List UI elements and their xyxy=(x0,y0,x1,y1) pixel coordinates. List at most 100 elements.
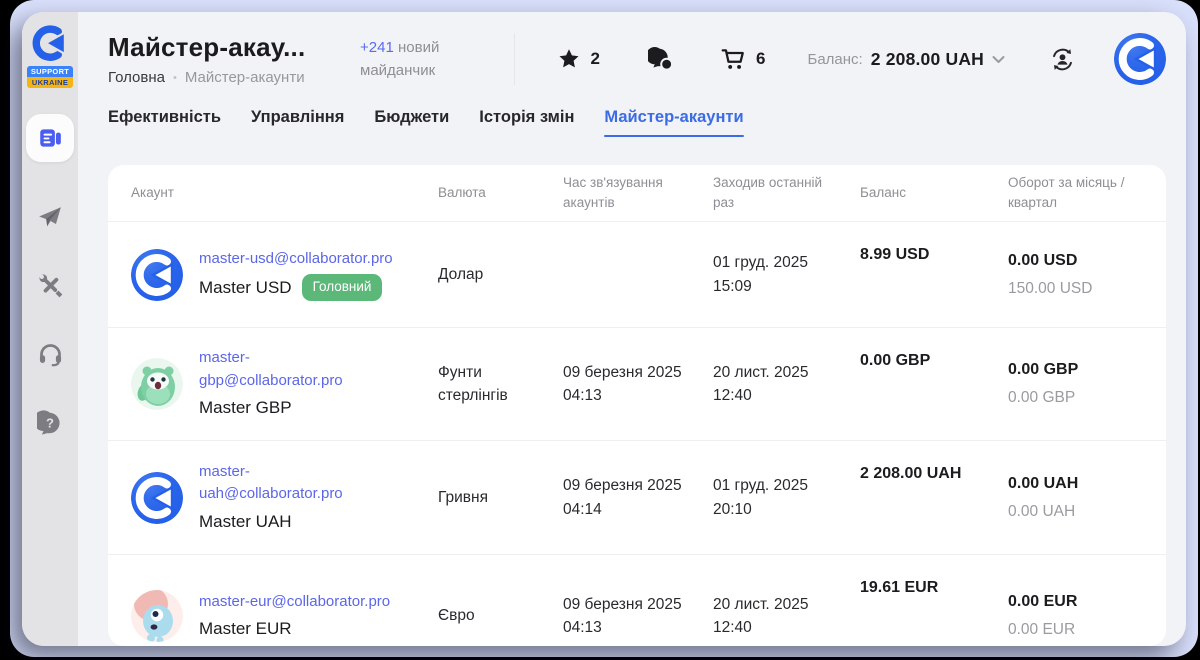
account-text: master-usd@collaborator.pro Master USD Г… xyxy=(199,248,393,301)
last-visit-cell: 01 груд. 202520:10 xyxy=(713,474,860,521)
last-visit-cell: 20 лист. 202512:40 xyxy=(713,593,860,640)
turnover-cell: 0.00 UAH 0.00 UAH xyxy=(1008,472,1143,523)
table-row[interactable]: master-gbp@collaborator.pro Master GBP Ф… xyxy=(108,328,1166,441)
send-icon xyxy=(37,204,63,230)
account-text: master-eur@collaborator.pro Master EUR xyxy=(199,591,390,642)
accounts-table-card: Акаунт Валюта Час зв'язування акаунтів З… xyxy=(108,165,1166,646)
headset-icon xyxy=(37,341,64,368)
breadcrumb-home-link[interactable]: Головна xyxy=(108,69,165,86)
title-block: Майстер-акау... Головна • Майстер-акаунт… xyxy=(108,32,360,86)
turnover-cell: 0.00 GBP 0.00 GBP xyxy=(1008,358,1143,409)
sidebar-item-tools[interactable] xyxy=(37,272,64,299)
tab-history[interactable]: Історія змін xyxy=(479,108,574,137)
account-name: Master EUR xyxy=(199,616,292,642)
app-window: SUPPORT UKRAINE xyxy=(22,12,1186,646)
sidebar-item-help[interactable]: ? xyxy=(37,410,63,436)
turnover-cell: 0.00 EUR 0.00 EUR xyxy=(1008,590,1143,641)
account-cell: master-gbp@collaborator.pro Master GBP xyxy=(131,347,438,421)
favorites-count: 2 xyxy=(591,49,600,69)
header-divider xyxy=(514,33,515,85)
balance-dropdown[interactable]: Баланс: 2 208.00 UAH xyxy=(807,49,1005,70)
account-name: Master GBP xyxy=(199,395,292,421)
account-cell: master-eur@collaborator.pro Master EUR xyxy=(131,590,438,642)
col-currency: Валюта xyxy=(438,183,563,203)
table-row[interactable]: master-uah@collaborator.pro Master UAH Г… xyxy=(108,441,1166,555)
col-last-visit: Заходив останній раз xyxy=(713,173,860,212)
col-balance: Баланс xyxy=(860,183,1008,203)
new-platforms-link[interactable]: +241 новий майданчик xyxy=(360,36,492,83)
table-row[interactable]: master-usd@collaborator.pro Master USD Г… xyxy=(108,222,1166,328)
col-linked-time: Час зв'язування акаунтів xyxy=(563,173,713,212)
last-visit-cell: 01 груд. 202515:09 xyxy=(713,251,860,298)
account-avatar-collaborator-logo xyxy=(131,249,183,301)
sidebar-item-support[interactable] xyxy=(37,341,64,368)
account-avatar-blue-monster xyxy=(131,590,183,642)
switch-account-icon xyxy=(1049,46,1076,73)
breadcrumb-separator: • xyxy=(173,72,177,84)
favorites-button[interactable]: 2 xyxy=(557,47,600,71)
switch-account-button[interactable] xyxy=(1049,46,1076,73)
support-ukraine-badge: SUPPORT UKRAINE xyxy=(27,66,73,88)
balance-cell: 0.00 GBP xyxy=(860,328,1008,373)
cart-icon xyxy=(720,46,746,72)
sidebar: SUPPORT UKRAINE xyxy=(22,12,78,646)
account-email-link[interactable]: master-gbp@collaborator.pro xyxy=(199,347,343,392)
breadcrumb: Головна • Майстер-акаунти xyxy=(108,69,360,86)
linked-time-cell: 09 березня 202504:14 xyxy=(563,474,713,521)
account-email-link[interactable]: master-usd@collaborator.pro xyxy=(199,248,393,271)
main-account-badge: Головний xyxy=(302,274,383,301)
col-turnover: Оборот за місяць / квартал xyxy=(1008,173,1143,212)
account-email-link[interactable]: master-uah@collaborator.pro xyxy=(199,461,343,506)
account-avatar-collaborator-logo xyxy=(131,472,183,524)
currency-cell: Долар xyxy=(438,263,563,286)
account-cell: master-uah@collaborator.pro Master UAH xyxy=(131,461,438,535)
svg-text:?: ? xyxy=(46,416,54,431)
app-logo[interactable]: SUPPORT UKRAINE xyxy=(27,25,73,88)
linked-time-cell: 09 березня 202504:13 xyxy=(563,361,713,408)
currency-cell: Гривня xyxy=(438,486,563,509)
ukraine-label: UKRAINE xyxy=(27,77,73,88)
currency-cell: Фунти стерлінгів xyxy=(438,361,563,408)
new-platforms-count: +241 xyxy=(360,39,394,56)
account-name: Master UAH xyxy=(199,509,292,535)
page-header: Майстер-акау... Головна • Майстер-акаунт… xyxy=(108,12,1166,86)
tools-icon xyxy=(37,272,64,299)
collaborator-logo-icon xyxy=(28,25,72,63)
linked-time-cell: 09 березня 202504:13 xyxy=(563,593,713,640)
table-header-row: Акаунт Валюта Час зв'язування акаунтів З… xyxy=(108,165,1166,222)
cart-count: 6 xyxy=(756,49,765,69)
balance-cell: 19.61 EUR xyxy=(860,555,1008,600)
chat-icon xyxy=(648,46,674,72)
balance-cell: 8.99 USD xyxy=(860,222,1008,267)
tab-management[interactable]: Управління xyxy=(251,108,344,137)
account-email-link[interactable]: master-eur@collaborator.pro xyxy=(199,591,390,614)
breadcrumb-current: Майстер-акаунти xyxy=(185,69,305,86)
tab-budgets[interactable]: Бюджети xyxy=(374,108,449,137)
account-text: master-gbp@collaborator.pro Master GBP xyxy=(199,347,343,421)
currency-cell: Євро xyxy=(438,604,563,627)
tab-master-accounts[interactable]: Майстер-акаунти xyxy=(604,108,743,137)
balance-label: Баланс: xyxy=(807,51,862,68)
feed-icon xyxy=(37,125,63,151)
last-visit-cell: 20 лист. 202512:40 xyxy=(713,361,860,408)
sidebar-item-feed-active[interactable] xyxy=(26,114,74,162)
col-account: Акаунт xyxy=(131,183,438,203)
help-bubble-icon: ? xyxy=(37,410,63,436)
account-cell: master-usd@collaborator.pro Master USD Г… xyxy=(131,248,438,301)
sidebar-item-send[interactable] xyxy=(37,204,63,230)
support-label: SUPPORT xyxy=(27,66,73,77)
star-icon xyxy=(557,47,581,71)
chevron-down-icon xyxy=(992,55,1005,64)
messages-button[interactable] xyxy=(648,46,674,72)
balance-value: 2 208.00 UAH xyxy=(871,49,984,70)
user-avatar[interactable] xyxy=(1114,33,1166,85)
main-area: Майстер-акау... Головна • Майстер-акаунт… xyxy=(78,12,1186,646)
turnover-cell: 0.00 USD 150.00 USD xyxy=(1008,249,1143,300)
cart-button[interactable]: 6 xyxy=(720,46,765,72)
tab-efficiency[interactable]: Ефективність xyxy=(108,108,221,137)
table-row[interactable]: master-eur@collaborator.pro Master EUR Є… xyxy=(108,555,1166,646)
account-name: Master USD xyxy=(199,275,292,301)
account-text: master-uah@collaborator.pro Master UAH xyxy=(199,461,343,535)
page-title: Майстер-акау... xyxy=(108,32,360,63)
avatar-collaborator-logo xyxy=(1114,33,1166,85)
